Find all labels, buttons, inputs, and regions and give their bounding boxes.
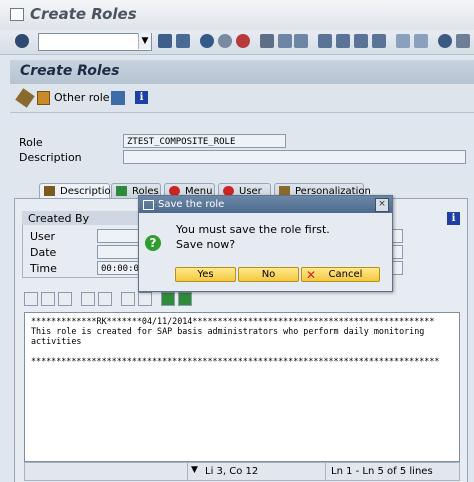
created-by-title: Created By bbox=[28, 212, 90, 225]
page-title: Create Roles bbox=[20, 63, 120, 79]
no-button[interactable]: No bbox=[238, 267, 299, 282]
export-icon[interactable] bbox=[178, 292, 192, 306]
date-label: Date bbox=[30, 246, 57, 259]
other-role-icon bbox=[37, 91, 50, 105]
other-role-button[interactable] bbox=[37, 90, 51, 105]
description-text-editor[interactable]: *************RK*******04/11/2014********… bbox=[24, 312, 460, 462]
editor-line: This role is created for SAP basis admin… bbox=[31, 326, 425, 336]
edit-pencil-icon[interactable] bbox=[15, 88, 35, 108]
save-role-dialog: Save the role × ? You must save the role… bbox=[138, 195, 393, 292]
redo-icon[interactable] bbox=[98, 292, 112, 306]
dialog-message-line1: You must save the role first. bbox=[176, 223, 330, 236]
dialog-window-icon bbox=[143, 200, 154, 210]
find-text-icon[interactable] bbox=[121, 292, 135, 306]
import-icon[interactable] bbox=[161, 292, 175, 306]
cancel-button[interactable]: ✕ Cancel bbox=[301, 267, 380, 282]
created-by-date-field bbox=[97, 245, 142, 259]
cancel-label: Cancel bbox=[328, 269, 363, 280]
line-count: Ln 1 - Ln 5 of 5 lines bbox=[331, 466, 433, 477]
command-field[interactable] bbox=[38, 33, 152, 51]
back-arrow-icon[interactable] bbox=[158, 34, 172, 48]
tab-description[interactable]: Description bbox=[39, 183, 117, 198]
description-label: Description bbox=[19, 151, 82, 164]
exit-icon[interactable] bbox=[218, 34, 232, 48]
first-page-icon[interactable] bbox=[318, 34, 332, 48]
user-label: User bbox=[30, 230, 56, 243]
created-by-title-bar: Created By bbox=[22, 211, 142, 225]
editor-line: *************RK*******04/11/2014********… bbox=[31, 316, 435, 326]
other-role-label[interactable]: Other role bbox=[54, 91, 110, 104]
layout-menu-icon[interactable] bbox=[456, 34, 470, 48]
application-header: Create Roles bbox=[10, 60, 474, 84]
next-page-icon[interactable] bbox=[354, 34, 368, 48]
description-icon bbox=[44, 186, 55, 196]
role-label: Role bbox=[19, 136, 43, 149]
editor-status-bar: ▼ Li 3, Co 12 Ln 1 - Ln 5 of 5 lines bbox=[24, 462, 460, 481]
cursor-position: Li 3, Co 12 bbox=[205, 466, 259, 477]
standard-toolbar: ▼ bbox=[0, 30, 474, 55]
hierarchy-icon[interactable] bbox=[111, 91, 125, 105]
window-title-bar: Create Roles bbox=[0, 0, 474, 30]
dialog-close-icon[interactable]: × bbox=[375, 198, 389, 212]
last-page-icon[interactable] bbox=[372, 34, 386, 48]
created-by-time-field: 00:00:0 bbox=[97, 261, 142, 275]
find-next-icon[interactable] bbox=[294, 34, 308, 48]
back-icon[interactable] bbox=[200, 34, 214, 48]
dialog-title: Save the role bbox=[158, 199, 225, 210]
cancel-x-icon: ✕ bbox=[306, 268, 317, 282]
information-icon[interactable]: i bbox=[135, 91, 148, 104]
find-next-text-icon[interactable] bbox=[138, 292, 152, 306]
enter-checkmark-icon[interactable] bbox=[15, 34, 29, 48]
role-field[interactable]: ZTEST_COMPOSITE_ROLE bbox=[123, 134, 286, 148]
cut-icon[interactable] bbox=[24, 292, 38, 306]
question-icon: ? bbox=[145, 235, 161, 251]
editor-line: ****************************************… bbox=[31, 356, 440, 366]
paste-icon[interactable] bbox=[58, 292, 72, 306]
command-dropdown-icon[interactable]: ▼ bbox=[138, 33, 151, 49]
created-by-user-field bbox=[97, 229, 142, 243]
previous-page-icon[interactable] bbox=[336, 34, 350, 48]
save-icon[interactable] bbox=[176, 34, 190, 48]
dialog-title-bar: Save the role × bbox=[139, 196, 392, 213]
undo-icon[interactable] bbox=[81, 292, 95, 306]
window-title: Create Roles bbox=[30, 5, 137, 23]
roles-icon bbox=[116, 186, 127, 196]
yes-button[interactable]: Yes bbox=[175, 267, 236, 282]
tab-description-label: Description bbox=[60, 186, 117, 197]
window-menu-icon[interactable] bbox=[10, 8, 24, 21]
description-field[interactable] bbox=[123, 150, 466, 164]
time-label: Time bbox=[30, 262, 57, 275]
copy-icon[interactable] bbox=[41, 292, 55, 306]
application-toolbar: Other role i bbox=[10, 84, 474, 113]
dialog-message-line2: Save now? bbox=[176, 238, 236, 251]
tab-information-icon[interactable]: i bbox=[447, 212, 460, 225]
print-icon[interactable] bbox=[260, 34, 274, 48]
status-marker-icon: ▼ bbox=[191, 465, 198, 475]
help-icon[interactable] bbox=[438, 34, 452, 48]
editor-line: activities bbox=[31, 336, 82, 346]
find-icon[interactable] bbox=[278, 34, 292, 48]
cancel-icon[interactable] bbox=[236, 34, 250, 48]
shortcut-icon[interactable] bbox=[414, 34, 428, 48]
new-session-icon[interactable] bbox=[396, 34, 410, 48]
